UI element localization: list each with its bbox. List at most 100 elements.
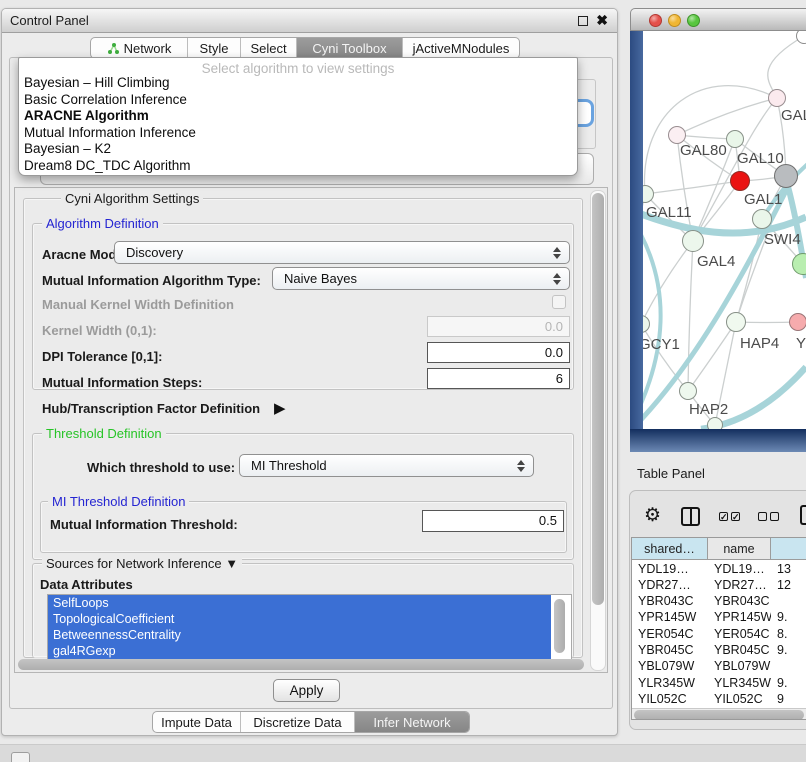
table-cell[interactable]: YBR045C (708, 642, 771, 658)
tab-jactivemnodules[interactable]: jActiveMNodules (403, 38, 519, 58)
popup-item[interactable]: ARACNE Algorithm (19, 108, 577, 125)
mi-type-combo[interactable]: Naive Bayes (272, 267, 570, 290)
table-hscrollbar[interactable] (632, 708, 806, 720)
list-item[interactable]: TopologicalCoefficient (48, 611, 551, 627)
which-threshold-combo[interactable]: MI Threshold (239, 454, 534, 477)
network-window-titlebar[interactable] (630, 8, 806, 31)
checked-checkbox-icon[interactable]: ✓ (719, 512, 728, 521)
table-cell[interactable] (771, 593, 806, 609)
tab-style[interactable]: Style (188, 38, 241, 58)
table-cell[interactable]: YPR145W (632, 609, 708, 625)
node-gal-cut[interactable] (768, 89, 786, 107)
node-GAL10[interactable] (726, 130, 744, 148)
tab-select[interactable]: Select (241, 38, 297, 58)
cyni-settings-title: Cyni Algorithm Settings (61, 191, 203, 206)
table-cell[interactable]: YIL052C (708, 691, 771, 707)
tab-impute-data[interactable]: Impute Data (153, 712, 241, 732)
node-label-gal-cut: GAL (781, 107, 806, 124)
data-attributes-list[interactable]: SelfLoopsTopologicalCoefficientBetweenne… (47, 594, 572, 665)
aracne-mode-combo[interactable]: Discovery (114, 241, 570, 264)
partial-icon[interactable] (800, 505, 806, 525)
table-cell[interactable]: YBR045C (632, 642, 708, 658)
column-pair-icon[interactable] (681, 507, 700, 526)
tab-label: Network (124, 41, 172, 56)
bottom-left-widget-fragment[interactable] (11, 752, 30, 762)
table-cell[interactable]: YER054C (632, 626, 708, 642)
sources-title: Sources for Network Inference ▼ (42, 556, 242, 571)
node-bottom-cut[interactable] (707, 417, 723, 429)
table-cell[interactable]: 13 (771, 561, 806, 577)
expand-arrow-icon[interactable]: ▶ (274, 399, 286, 417)
tab-cyni-toolbox[interactable]: Cyni Toolbox (297, 38, 403, 58)
table-cell[interactable]: YIL052C (632, 691, 708, 707)
table-cell[interactable]: 12 (771, 577, 806, 593)
table-cell[interactable]: YER054C (708, 626, 771, 642)
tab-label: Cyni Toolbox (312, 41, 386, 56)
popup-item[interactable]: Basic Correlation Inference (19, 92, 577, 109)
table-cell[interactable]: YBL079W (708, 658, 771, 674)
unchecked-checkbox-icon[interactable] (758, 512, 767, 521)
table-cell[interactable]: 9. (771, 675, 806, 691)
table-cell[interactable]: 9. (771, 642, 806, 658)
table-cell[interactable]: 9. (771, 609, 806, 625)
apply-button[interactable]: Apply (273, 679, 340, 702)
control-panel-titlebar[interactable]: Control Panel ✖ (2, 9, 617, 33)
table-cell[interactable]: YDL19… (708, 561, 771, 577)
table-cell[interactable]: 9 (771, 691, 806, 707)
zoom-traffic-light[interactable] (687, 14, 700, 27)
manual-kernel-checkbox[interactable] (552, 295, 566, 309)
bottom-strip (0, 744, 806, 762)
checked-checkbox-icon[interactable]: ✓ (731, 512, 740, 521)
table-hscrollbar-thumb[interactable] (634, 710, 804, 720)
popup-item[interactable]: Bayesian – K2 (19, 141, 577, 158)
list-scrollbar-thumb[interactable] (554, 599, 565, 653)
float-window-icon[interactable] (578, 16, 588, 26)
collapse-arrow-icon[interactable]: ▼ (225, 556, 238, 571)
settings-hscrollbar-thumb[interactable] (18, 659, 584, 670)
gear-icon[interactable]: ⚙ (644, 504, 661, 527)
node-HAP2[interactable] (679, 382, 697, 400)
mi-threshold-field[interactable]: 0.5 (422, 510, 564, 532)
node-HAP4[interactable] (726, 312, 746, 332)
list-item[interactable]: SelfLoops (48, 595, 551, 611)
table-cell[interactable]: YDR27… (708, 577, 771, 593)
node-SWI4[interactable] (752, 209, 772, 229)
close-icon[interactable]: ✖ (596, 12, 608, 29)
kernel-width-field[interactable]: 0.0 (427, 316, 570, 337)
node-pink-Y[interactable] (789, 313, 806, 331)
list-item[interactable]: BetweennessCentrality (48, 627, 551, 643)
close-traffic-light[interactable] (649, 14, 662, 27)
table-cell[interactable]: YDR27… (632, 577, 708, 593)
dpi-tolerance-field[interactable]: 0.0 (427, 342, 570, 363)
node-GAL1[interactable] (730, 171, 750, 191)
unchecked-checkbox-icon[interactable] (770, 512, 779, 521)
table-cell[interactable]: YBL079W (632, 658, 708, 674)
node-label-GAL11: GAL11 (646, 204, 692, 221)
mi-steps-field[interactable]: 6 (427, 368, 570, 389)
node-gray[interactable] (774, 164, 798, 188)
dpi-tolerance-label: DPI Tolerance [0,1]: (42, 349, 162, 364)
tab-discretize-data[interactable]: Discretize Data (241, 712, 355, 732)
node-GAL4[interactable] (682, 230, 704, 252)
minimize-traffic-light[interactable] (668, 14, 681, 27)
table-cell[interactable]: YPR145W (708, 609, 771, 625)
table-cell[interactable]: YLR345W (632, 675, 708, 691)
list-item[interactable]: gal4RGexp (48, 643, 551, 659)
table-cell[interactable]: YBR043C (708, 593, 771, 609)
table-cell[interactable]: YBR043C (632, 593, 708, 609)
popup-item[interactable]: Bayesian – Hill Climbing (19, 75, 577, 92)
column-header-shared…[interactable]: shared… (632, 538, 708, 560)
column-header-name[interactable]: name (708, 538, 771, 560)
table-cell[interactable]: YDL19… (632, 561, 708, 577)
tab-network[interactable]: Network (91, 38, 188, 58)
table-cell[interactable] (771, 658, 806, 674)
tab-infer-network[interactable]: Infer Network (355, 712, 469, 732)
table-cell[interactable]: 8. (771, 626, 806, 642)
popup-item[interactable]: Dream8 DC_TDC Algorithm (19, 158, 577, 175)
table-cell[interactable]: YLR345W (708, 675, 771, 691)
column-header-cut[interactable] (771, 538, 806, 560)
node-label-HAP4: HAP4 (740, 335, 779, 352)
settings-vscrollbar-thumb[interactable] (592, 193, 604, 605)
popup-item[interactable]: Mutual Information Inference (19, 125, 577, 142)
network-canvas[interactable]: GALGAL80GAL10GAL1GAL11SWI4GAL4GCY1HAP4YH… (643, 31, 806, 429)
